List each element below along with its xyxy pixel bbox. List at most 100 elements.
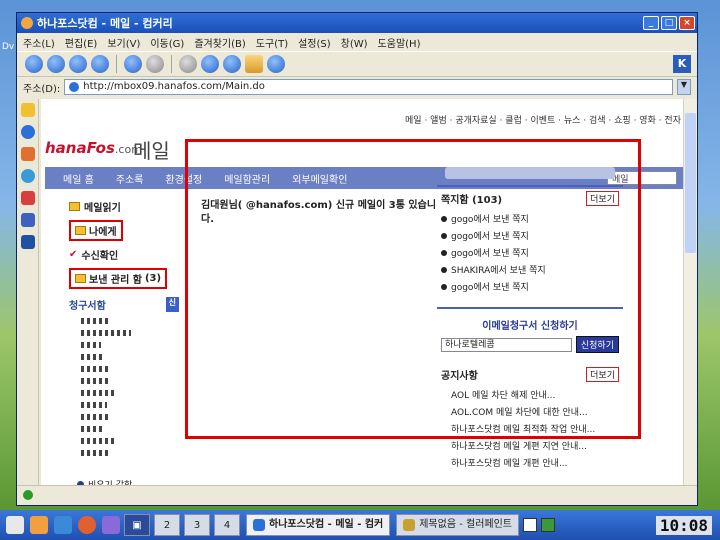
home-icon[interactable]: [20, 147, 35, 161]
vertical-scrollbar[interactable]: [683, 99, 697, 487]
menu-help[interactable]: 도움말(H): [378, 35, 421, 50]
services-icon[interactable]: [20, 213, 35, 227]
taskbar: ▣ 2 3 4 하나포스닷컴 - 메일 - 컴커 제목없음 - 컬러페인트 10…: [0, 510, 720, 540]
taskbar-app-browser[interactable]: 하나포스닷컴 - 메일 - 컴커: [246, 514, 391, 536]
menu-go[interactable]: 이동(G): [150, 35, 184, 50]
list-item[interactable]: 하나포스닷컴 메일 개편 안내...: [441, 456, 619, 469]
bill-box-title: 청구서함: [69, 301, 106, 312]
to-me-box: 나에게: [69, 220, 123, 241]
desktop-4-button[interactable]: 4: [214, 514, 240, 536]
network-icon[interactable]: [20, 169, 35, 183]
received-label: 수신확인: [81, 251, 119, 262]
bookmark-icon[interactable]: [20, 103, 35, 117]
inbox-link[interactable]: 보낸 관리 함 (3): [69, 268, 199, 289]
list-item[interactable]: 하나포스닷컴 메일 게편 지연 안내...: [441, 439, 619, 452]
bill-box-header[interactable]: 청구서함 신: [69, 297, 179, 312]
taskbar-app-label: 하나포스닷컴 - 메일 - 컴커: [269, 519, 384, 530]
browser-window: 하나포스닷컴 - 메일 - 컴커리 _ □ × 주소(L) 편집(E) 보기(V…: [16, 12, 698, 506]
tab-mail-home[interactable]: 메일 홈: [63, 171, 94, 186]
zoom-in-icon[interactable]: [201, 55, 219, 73]
media-icon[interactable]: [20, 235, 35, 249]
left-mail-panel: 메일읽기 나에게 ✔ 수신확인 보낸 관리 함 (3) 청구서함 신 비우기 갈…: [69, 199, 199, 487]
url-text: http://mbox09.hanafos.com/Main.do: [83, 81, 265, 92]
up-icon[interactable]: [69, 55, 87, 73]
inbox-label: 보낸 관리 함: [89, 275, 142, 286]
stop-icon[interactable]: [146, 55, 164, 73]
menu-tools[interactable]: 도구(T): [256, 35, 288, 50]
zoom-out-icon[interactable]: [223, 55, 241, 73]
download-icon[interactable]: [267, 55, 285, 73]
menu-favorites[interactable]: 즐겨찾기(B): [194, 35, 245, 50]
firefox-icon[interactable]: [78, 516, 96, 534]
pencil-icon: [75, 226, 86, 235]
check-icon: ✔: [69, 249, 78, 260]
inbox-count: (3): [144, 273, 162, 284]
logo-brand: hanaFos: [45, 139, 115, 157]
menu-window[interactable]: 창(W): [341, 35, 368, 50]
folder-icon[interactable]: [20, 191, 35, 205]
mailbox-icon: [75, 274, 86, 283]
inbox-box: 보낸 관리 함 (3): [69, 268, 168, 289]
toolbar-separator: [171, 55, 172, 73]
desktop-label: Dv: [2, 42, 15, 52]
history-icon[interactable]: [20, 125, 35, 139]
clock: 10:08: [655, 515, 712, 535]
browser-icon[interactable]: [54, 516, 72, 534]
desktop-1-icon[interactable]: ▣: [124, 514, 150, 536]
url-input[interactable]: http://mbox09.hanafos.com/Main.do: [64, 79, 673, 95]
desktop-3-button[interactable]: 3: [184, 514, 210, 536]
to-me-label: 나에게: [89, 227, 117, 238]
desktop-2-button[interactable]: 2: [154, 514, 180, 536]
status-icon: [23, 490, 33, 500]
side-panel: [17, 99, 39, 487]
menu-address[interactable]: 주소(L): [23, 35, 55, 50]
page-icon: [69, 82, 80, 92]
received-check-link[interactable]: ✔ 수신확인: [69, 247, 199, 262]
tab-address-book[interactable]: 주소록: [116, 171, 144, 186]
redacted-folder-list: [81, 318, 199, 456]
app-icon[interactable]: [102, 516, 120, 534]
menu-bar: 주소(L) 편집(E) 보기(V) 이동(G) 즐겨찾기(B) 도구(T) 설정…: [17, 33, 697, 51]
toolbar: K: [17, 51, 697, 77]
bill-box-tag: 신: [165, 297, 179, 312]
mail-read-link[interactable]: 메일읽기: [69, 199, 199, 214]
address-bar: 주소(D): http://mbox09.hanafos.com/Main.do…: [17, 77, 697, 97]
scroll-thumb[interactable]: [685, 113, 696, 253]
paint-icon: [403, 519, 416, 531]
top-navigation[interactable]: 메일 · 앨범 · 공개자료실 · 클럽 · 이벤트 · 뉴스 · 검색 · 쇼…: [405, 113, 681, 126]
mail-read-label: 메일읽기: [84, 203, 121, 214]
minimize-button[interactable]: _: [643, 16, 659, 30]
start-menu-icon[interactable]: [6, 516, 24, 534]
taskbar-app-label: 제목없음 - 컬러페인트: [419, 519, 513, 530]
title-bar[interactable]: 하나포스닷컴 - 메일 - 컴커리 _ □ ×: [17, 13, 697, 33]
reload-icon[interactable]: [124, 55, 142, 73]
window-title: 하나포스닷컴 - 메일 - 컴커리: [37, 17, 173, 30]
browser-icon: [253, 519, 265, 531]
lock-icon[interactable]: [245, 55, 263, 73]
toolbar-separator: [116, 55, 117, 73]
tray-icon[interactable]: [523, 518, 538, 532]
taskbar-app-paint[interactable]: 제목없음 - 컬러페인트: [396, 514, 520, 536]
menu-view[interactable]: 보기(V): [107, 35, 140, 50]
print-icon[interactable]: [179, 55, 197, 73]
to-me-link[interactable]: 나에게: [69, 220, 199, 241]
envelope-icon: [69, 202, 80, 211]
web-content: 메일 · 앨범 · 공개자료실 · 클럽 · 이벤트 · 뉴스 · 검색 · 쇼…: [41, 99, 685, 487]
status-bar: [17, 485, 697, 505]
address-label: 주소(D):: [23, 83, 61, 95]
menu-settings[interactable]: 설정(S): [298, 35, 331, 50]
menu-edit[interactable]: 편집(E): [65, 35, 98, 50]
maximize-button[interactable]: □: [661, 16, 677, 30]
konqueror-icon: K: [673, 55, 691, 73]
url-dropdown-icon[interactable]: ▼: [677, 79, 691, 95]
tray-icon[interactable]: [541, 518, 556, 532]
site-logo[interactable]: hanaFos.com: [45, 139, 142, 157]
close-button[interactable]: ×: [679, 16, 695, 30]
forward-icon[interactable]: [47, 55, 65, 73]
highlight-box: [185, 139, 641, 439]
logo-mail: 메일: [133, 139, 170, 163]
refresh-icon[interactable]: [91, 55, 109, 73]
back-icon[interactable]: [25, 55, 43, 73]
app-icon: [21, 17, 33, 29]
terminal-icon[interactable]: [30, 516, 48, 534]
